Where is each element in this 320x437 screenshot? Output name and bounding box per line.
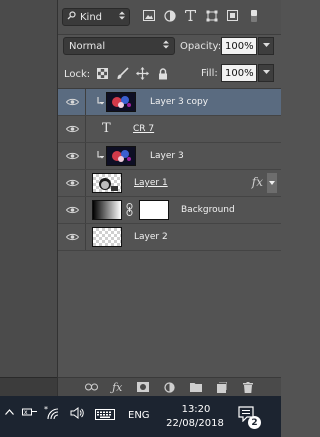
clipping-mask-icon xyxy=(97,97,105,109)
layer-name[interactable]: CR 7 xyxy=(133,124,154,134)
windows-taskbar: x * ENG 13:20 22/08/2018 2 xyxy=(0,396,281,437)
chevron-down-icon xyxy=(262,41,270,51)
show-hidden-icons-icon[interactable] xyxy=(5,409,14,415)
layer-name[interactable]: Layer 3 xyxy=(150,151,184,161)
layers-bottom-toolbar: ƒx xyxy=(58,377,281,396)
layer-row[interactable]: Layer 2 xyxy=(58,224,281,251)
left-panel-bottom-bar xyxy=(0,377,57,396)
chevron-updown-icon xyxy=(163,40,169,52)
text-layer-icon: T xyxy=(102,121,111,136)
add-layer-style-icon[interactable]: ƒx xyxy=(110,380,124,394)
layer-thumbnail xyxy=(92,173,122,193)
left-panel-strip xyxy=(0,0,58,396)
adjustment-filter-icon[interactable] xyxy=(163,9,176,22)
layer-name[interactable]: Background xyxy=(181,205,235,215)
layer-name[interactable]: Layer 2 xyxy=(134,232,168,242)
input-language[interactable]: ENG xyxy=(128,410,150,421)
delete-layer-icon[interactable] xyxy=(241,380,255,394)
type-filter-icon[interactable] xyxy=(184,9,197,22)
add-mask-icon[interactable] xyxy=(136,380,150,394)
eye-icon[interactable] xyxy=(65,150,79,162)
search-icon xyxy=(67,11,76,23)
opacity-input[interactable]: 100% xyxy=(221,37,257,55)
notification-count-badge: 2 xyxy=(248,416,261,429)
lock-row: Lock: Fill: 100% xyxy=(58,60,281,89)
eye-icon[interactable] xyxy=(65,123,79,135)
chevron-updown-icon xyxy=(119,11,125,23)
svg-text:*: * xyxy=(44,406,48,414)
layer-name[interactable]: Layer 3 copy xyxy=(150,97,208,107)
fill-input[interactable]: 100% xyxy=(221,64,257,82)
row-divider xyxy=(85,170,86,196)
lock-transparent-pixels-icon[interactable] xyxy=(96,67,109,80)
layer-row[interactable]: Layer 3 copy xyxy=(58,89,281,116)
wifi-icon[interactable]: * xyxy=(44,406,60,420)
layer-row[interactable]: Background xyxy=(58,197,281,224)
touch-keyboard-icon[interactable] xyxy=(95,409,115,420)
row-divider xyxy=(85,197,86,223)
layer-mask-thumbnail[interactable] xyxy=(139,200,169,220)
layer-thumbnail xyxy=(106,92,136,112)
smart-object-filter-icon[interactable] xyxy=(226,9,239,22)
eye-icon[interactable] xyxy=(65,204,79,216)
blend-mode-select[interactable]: Normal xyxy=(63,37,175,55)
row-divider xyxy=(85,116,86,142)
layer-thumbnail xyxy=(92,227,122,247)
kind-filter-label: Kind xyxy=(80,11,103,23)
clock-date[interactable]: 22/08/2018 xyxy=(164,418,226,429)
row-divider xyxy=(85,89,86,115)
kind-filter-select[interactable]: Kind xyxy=(62,8,130,26)
eye-icon[interactable] xyxy=(65,231,79,243)
eye-icon[interactable] xyxy=(65,96,79,108)
blend-mode-value: Normal xyxy=(69,40,106,52)
layer-row[interactable]: Layer 1 fx xyxy=(58,170,281,197)
new-layer-icon[interactable] xyxy=(215,380,229,394)
shape-filter-icon[interactable] xyxy=(205,9,218,22)
layer-name[interactable]: Layer 1 xyxy=(134,178,168,188)
layer-row[interactable]: T CR 7 xyxy=(58,116,281,143)
layer-filter-row: Kind xyxy=(58,0,281,35)
layer-row[interactable]: Layer 3 xyxy=(58,143,281,170)
volume-icon[interactable] xyxy=(70,407,84,419)
lock-position-icon[interactable] xyxy=(136,67,149,80)
layer-thumbnail xyxy=(106,146,136,166)
clock-time[interactable]: 13:20 xyxy=(174,404,218,415)
expand-effects-button[interactable] xyxy=(267,173,277,193)
gradient-fill-thumbnail xyxy=(92,200,122,220)
blend-row: Normal Opacity: 100% xyxy=(58,35,281,59)
fill-label: Fill: xyxy=(201,68,218,79)
network-disconnected-icon[interactable]: x xyxy=(22,407,38,419)
new-adjustment-layer-icon[interactable] xyxy=(162,380,176,394)
lock-all-icon[interactable] xyxy=(156,67,169,80)
image-filter-icon[interactable] xyxy=(142,9,155,22)
link-icon[interactable] xyxy=(126,203,133,219)
layers-panel: Kind Normal Opacity: 100% Lock: Fill: 10… xyxy=(58,0,281,396)
filter-toggle-icon[interactable] xyxy=(247,9,260,22)
eye-icon[interactable] xyxy=(65,177,79,189)
row-divider xyxy=(85,224,86,250)
lock-label: Lock: xyxy=(64,69,91,80)
link-layers-icon[interactable] xyxy=(84,380,98,394)
new-group-icon[interactable] xyxy=(189,380,203,394)
opacity-label: Opacity: xyxy=(180,41,222,52)
row-divider xyxy=(85,143,86,169)
layer-effects-icon[interactable]: fx xyxy=(252,175,263,189)
lock-image-pixels-icon[interactable] xyxy=(116,67,129,80)
svg-text:x: x xyxy=(24,409,28,416)
clipping-mask-icon xyxy=(97,151,105,163)
opacity-dropdown-button[interactable] xyxy=(258,37,274,55)
fill-dropdown-button[interactable] xyxy=(258,64,274,82)
chevron-down-icon xyxy=(262,68,270,78)
layer-list: Layer 3 copy T CR 7 Layer 3 Layer 1 fx B… xyxy=(58,89,281,251)
